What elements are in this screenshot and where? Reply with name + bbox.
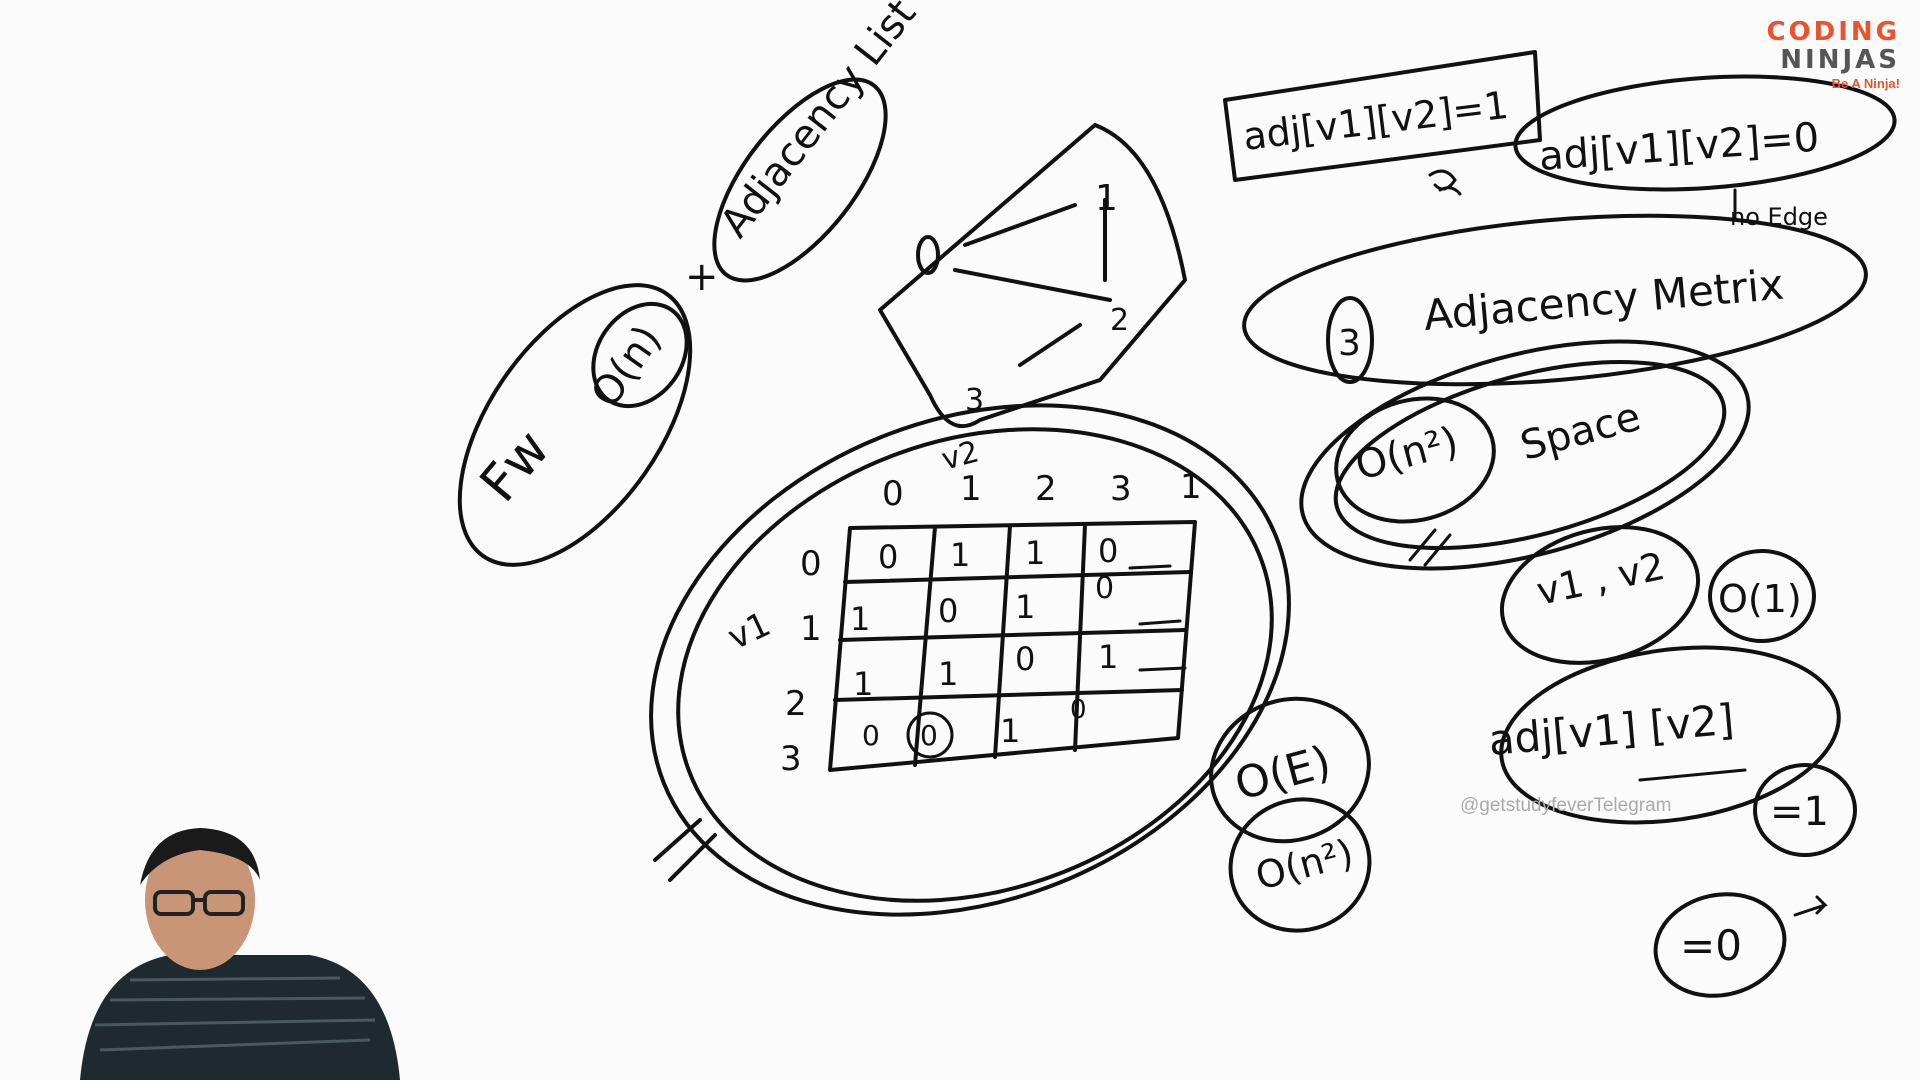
matrix-cell-2-2: 0 bbox=[1015, 640, 1035, 678]
matrix-cell-2-0: 1 bbox=[853, 665, 873, 703]
plus-sign: + bbox=[685, 254, 719, 300]
matrix-cell-3-3: 0 bbox=[1070, 695, 1087, 725]
matrix-col-header-1: 1 bbox=[960, 469, 982, 509]
o1-label: O(1) bbox=[1718, 577, 1802, 621]
watermark-text: @getstudyfeverTelegram bbox=[1460, 795, 1672, 816]
matrix-cell-2-1: 1 bbox=[938, 655, 958, 693]
matrix-row-header-3: 3 bbox=[780, 739, 802, 779]
matrix-cell-3-1: 0 bbox=[920, 719, 938, 752]
matrix-cell-0-2: 1 bbox=[1025, 534, 1045, 572]
graph-node-2-label: 2 bbox=[1110, 303, 1129, 338]
adj-zero-equation: adj[v1][v2]=0 bbox=[1537, 115, 1820, 180]
logo-line-1: CODING bbox=[1766, 17, 1900, 47]
v1-label: v1 bbox=[722, 604, 777, 658]
coding-ninjas-logo: CODING NINJAS Be A Ninja! bbox=[1740, 18, 1900, 91]
matrix-cell-2-3: 1 bbox=[1098, 638, 1118, 676]
graph-edge-2-3 bbox=[1018, 323, 1082, 367]
eq0-label: =0 bbox=[1680, 921, 1742, 970]
matrix-cell-3-0: 0 bbox=[862, 719, 880, 752]
presenter-video bbox=[80, 828, 400, 1080]
graph-sketch-box bbox=[878, 123, 1187, 429]
matrix-row-header-0: 0 bbox=[800, 544, 822, 584]
matrix-cell-3-2: 1 bbox=[1000, 712, 1020, 750]
matrix-col-header-0: 0 bbox=[882, 474, 904, 514]
matrix-cell-0-1: 1 bbox=[950, 536, 970, 574]
adjacency-list-label: Adjacency List bbox=[712, 0, 926, 246]
matrix-cell-1-3: 0 bbox=[1095, 571, 1114, 606]
arrow-mark bbox=[1793, 895, 1828, 917]
step-number: 3 bbox=[1338, 323, 1361, 364]
matrix-row-header-2: 2 bbox=[785, 684, 807, 724]
check-mark-matrix bbox=[653, 818, 717, 882]
eq1-label: =1 bbox=[1770, 789, 1829, 835]
adjacency-matrix-label: Adjacency Metrix bbox=[1422, 260, 1786, 340]
matrix-row-header-1: 1 bbox=[800, 609, 822, 649]
on2-space-label: O(n²) bbox=[1351, 418, 1463, 489]
adj-expr-underline bbox=[1638, 768, 1747, 782]
space-label: Space bbox=[1516, 394, 1646, 470]
logo-line-2: NINJAS bbox=[1780, 45, 1900, 75]
on-label: O(n) bbox=[583, 317, 671, 416]
graph-edge-0-2 bbox=[953, 268, 1112, 302]
fw-label: Fw bbox=[469, 419, 562, 513]
v1v2-label: v1 , v2 bbox=[1533, 544, 1669, 614]
matrix-cell-0-0: 0 bbox=[878, 538, 898, 576]
matrix-cell-1-2: 1 bbox=[1015, 588, 1035, 626]
scribble-mark bbox=[1428, 169, 1462, 196]
matrix-cell-1-1: 0 bbox=[938, 592, 958, 630]
matrix-col-header-2: 2 bbox=[1035, 469, 1057, 509]
matrix-cell-1-0: 1 bbox=[850, 600, 870, 638]
graph-node-1-label: 1 bbox=[1095, 178, 1118, 219]
matrix-cell-0-3: 0 bbox=[1098, 532, 1118, 570]
logo-tagline: Be A Ninja! bbox=[1831, 76, 1900, 91]
matrix-col-header-3: 3 bbox=[1110, 469, 1132, 509]
presenter-shirt bbox=[80, 955, 400, 1080]
matrix-col-header-extra: 1 bbox=[1180, 467, 1202, 507]
